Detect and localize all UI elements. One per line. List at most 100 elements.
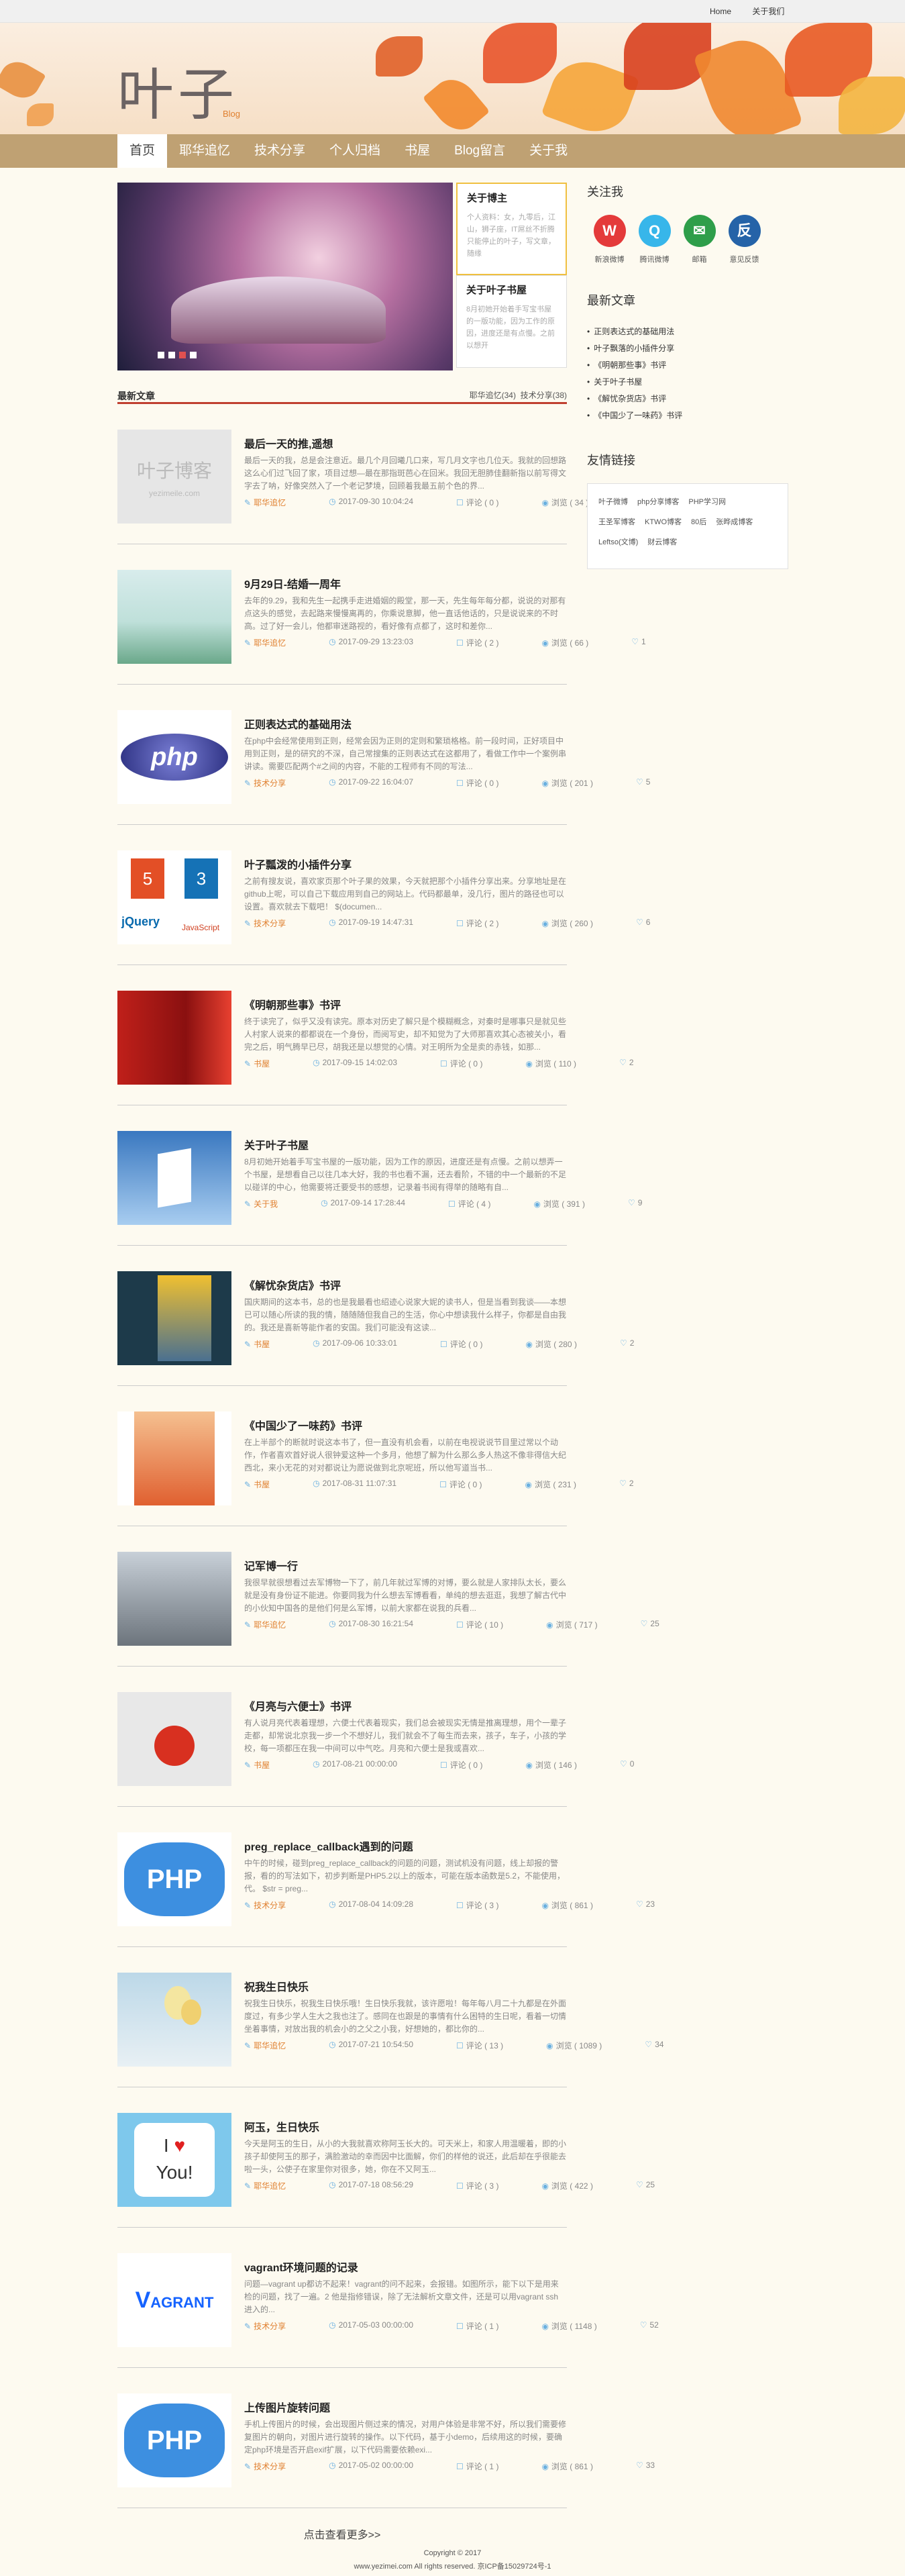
friend-link[interactable]: 王圣军博客 <box>598 516 635 527</box>
post-title[interactable]: 《解忧杂货店》书评 <box>244 1277 341 1293</box>
post-thumbnail[interactable] <box>117 1271 231 1365</box>
count-memories[interactable]: 耶华追忆(34) <box>470 391 516 400</box>
slider-dot-active[interactable] <box>179 352 186 358</box>
post-category[interactable]: ✎ 书屋 <box>244 1338 291 1350</box>
nav-item[interactable]: 个人归档 <box>317 134 392 168</box>
post-thumbnail[interactable] <box>117 991 231 1085</box>
friend-link[interactable]: 叶子微博 <box>598 496 628 507</box>
post-category[interactable]: ✎ 书屋 <box>244 1759 291 1771</box>
post-thumbnail[interactable] <box>117 570 231 664</box>
post-category[interactable]: ✎ 耶华追忆 <box>244 637 307 648</box>
follow-item[interactable]: Q 腾讯微博 <box>632 215 677 264</box>
post-title[interactable]: 《月亮与六便士》书评 <box>244 1697 352 1714</box>
load-more-link[interactable]: 点击查看更多>> <box>117 2526 567 2542</box>
banner-image[interactable] <box>117 183 453 370</box>
post-date: ◷ 2017-07-21 10:54:50 <box>329 2040 435 2051</box>
friend-link[interactable]: KTWO博客 <box>645 516 682 527</box>
friend-link[interactable]: Leftso(文博) <box>598 536 638 547</box>
slider-dot[interactable] <box>158 352 164 358</box>
friend-link[interactable]: 财云博客 <box>647 536 677 547</box>
post-category[interactable]: ✎ 耶华追忆 <box>244 1619 307 1630</box>
new-post-link[interactable]: 正则表达式的基础用法 <box>587 324 788 340</box>
post-title[interactable]: 最后一天的推,遥想 <box>244 435 333 451</box>
about-us-link[interactable]: 关于我们 <box>752 7 784 16</box>
post-thumbnail[interactable]: PHP <box>117 2393 231 2487</box>
new-post-link[interactable]: 关于叶子书屋 <box>587 374 788 391</box>
post-title[interactable]: 阿玉，生日快乐 <box>244 2118 319 2134</box>
post-category[interactable]: ✎ 关于我 <box>244 1198 299 1209</box>
nav-item[interactable]: 书屋 <box>392 134 442 168</box>
post-title[interactable]: preg_replace_callback遇到的问题 <box>244 1838 413 1854</box>
nav-item[interactable]: 关于我 <box>517 134 580 168</box>
nav-item[interactable]: 技术分享 <box>242 134 317 168</box>
new-post-link[interactable]: 《解忧杂货店》书评 <box>587 391 788 407</box>
post-category[interactable]: ✎ 耶华追忆 <box>244 2040 307 2051</box>
home-link[interactable]: Home <box>710 7 731 16</box>
slider-dot[interactable] <box>190 352 197 358</box>
post-title[interactable]: 《中国少了一味药》书评 <box>244 1417 362 1433</box>
slider-dot[interactable] <box>168 352 175 358</box>
post-thumbnail[interactable]: 5 3 jQuery JavaScript <box>117 850 231 944</box>
slide-tab-about-blogger[interactable]: 关于博主 个人资料：女，九零后，江山，狮子座，IT屌丝不折腾只能停止的叶子，写文… <box>456 183 567 275</box>
post-thumbnail[interactable] <box>117 1973 231 2067</box>
friend-link[interactable]: 80后 <box>691 516 706 527</box>
friend-link[interactable]: PHP学习网 <box>688 496 726 507</box>
post-thumbnail[interactable] <box>117 1131 231 1225</box>
post-views: ◉ 浏览 ( 717 ) <box>546 1619 619 1630</box>
post-thumbnail[interactable]: 叶子博客 yezimeile.com <box>117 430 231 524</box>
friend-link[interactable]: 张晔成博客 <box>716 516 753 527</box>
post-title[interactable]: 记军博一行 <box>244 1557 298 1573</box>
new-post-link[interactable]: 叶子飘落的小插件分享 <box>587 340 788 357</box>
post-category[interactable]: ✎ 书屋 <box>244 1479 291 1490</box>
post-thumbnail[interactable]: PHP <box>117 1832 231 1926</box>
friend-link[interactable]: php分享博客 <box>637 496 679 507</box>
post-category[interactable]: ✎ 技术分享 <box>244 1899 307 1911</box>
post-date-text: 2017-05-03 00:00:00 <box>338 2320 413 2330</box>
count-tech[interactable]: 技术分享(38) <box>521 391 567 400</box>
slide-tab-text: 个人资料：女，九零后，江山，狮子座，IT屌丝不折腾只能停止的叶子，写文章，随缘 <box>467 213 555 258</box>
nav-item[interactable]: Blog留言 <box>442 134 517 168</box>
post-category-text: 书屋 <box>254 1480 270 1489</box>
site-logo[interactable]: 叶子 <box>117 50 238 131</box>
post-thumbnail[interactable] <box>117 1552 231 1646</box>
follow-icons: W 新浪微博 Q 腾讯微博 ✉ 邮箱 反意见反馈 <box>587 215 788 264</box>
new-post-link[interactable]: 《中国少了一味药》书评 <box>587 407 788 424</box>
post-category[interactable]: ✎ 技术分享 <box>244 2320 307 2332</box>
post-title[interactable]: 上传图片旋转问题 <box>244 2399 330 2415</box>
tag-icon: ✎ <box>244 1199 252 1209</box>
comment-icon: ☐ <box>456 498 464 507</box>
post-category[interactable]: ✎ 耶华追忆 <box>244 497 307 508</box>
post-title[interactable]: 9月29日-结婚一周年 <box>244 575 341 591</box>
clock-icon: ◷ <box>321 1198 328 1207</box>
nav-item[interactable]: 首页 <box>117 134 168 168</box>
slide-tab-about-bookhouse[interactable]: 关于叶子书屋 8月初她开始着手写宝书屋的一版功能，因为工作的原因，进度还是有点慢… <box>456 275 567 368</box>
post-thumbnail[interactable] <box>117 1411 231 1505</box>
post-category[interactable]: ✎ 技术分享 <box>244 777 307 789</box>
post-thumbnail[interactable]: I ♥ You! <box>117 2113 231 2207</box>
nav-item[interactable]: 耶华追忆 <box>167 134 242 168</box>
post-comments: ☐ 评论 ( 0 ) <box>440 1759 504 1771</box>
post-views: ◉ 浏览 ( 1148 ) <box>541 2320 618 2332</box>
post-category[interactable]: ✎ 耶华追忆 <box>244 2180 307 2191</box>
follow-item[interactable]: W 新浪微博 <box>587 215 632 264</box>
post-title[interactable]: vagrant环境问题的记录 <box>244 2259 358 2275</box>
post-thumbnail[interactable] <box>117 1692 231 1786</box>
post-views-text: 浏览 ( 34 ) <box>551 498 589 507</box>
follow-item[interactable]: 反意见反馈 <box>722 215 767 264</box>
post-title[interactable]: 叶子瓢泼的小插件分享 <box>244 856 352 872</box>
new-post-link[interactable]: 《明朝那些事》书评 <box>587 357 788 374</box>
post-category[interactable]: ✎ 技术分享 <box>244 2461 307 2472</box>
post-title[interactable]: 正则表达式的基础用法 <box>244 715 352 732</box>
post-category[interactable]: ✎ 技术分享 <box>244 918 307 929</box>
post-likes: ♡ 9 <box>628 1198 663 1209</box>
post-thumbnail[interactable]: php <box>117 710 231 804</box>
follow-label: 腾讯微博 <box>639 256 670 264</box>
post-title[interactable]: 《明朝那些事》书评 <box>244 996 341 1012</box>
post-thumbnail[interactable]: VAGRANT <box>117 2253 231 2347</box>
follow-item[interactable]: ✉ 邮箱 <box>677 215 722 264</box>
post-title[interactable]: 关于叶子书屋 <box>244 1136 309 1152</box>
post-category[interactable]: ✎ 书屋 <box>244 1058 291 1069</box>
post-title[interactable]: 祝我生日快乐 <box>244 1978 309 1994</box>
tag-icon: ✎ <box>244 638 252 648</box>
post-date-text: 2017-08-21 00:00:00 <box>322 1759 397 1769</box>
